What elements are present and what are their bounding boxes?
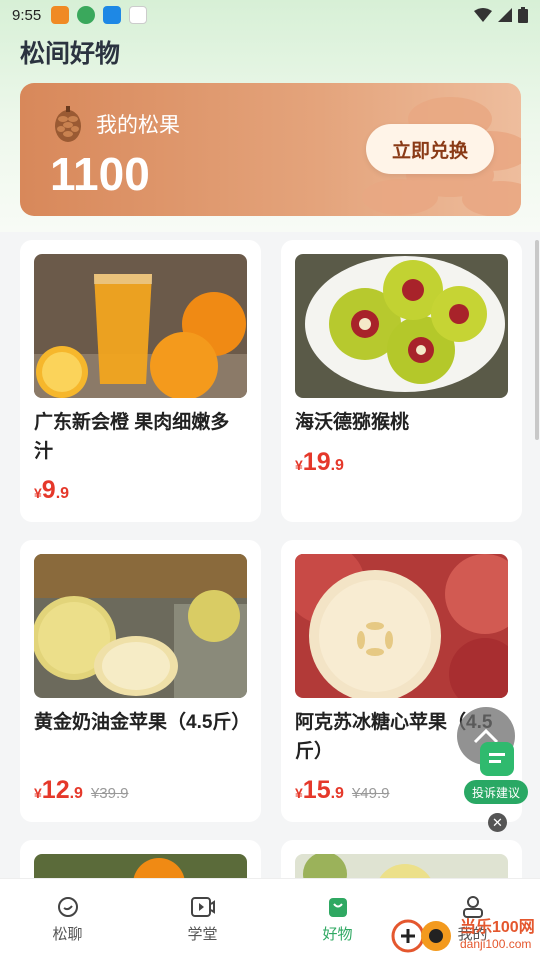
price-decimal: .9 <box>69 785 83 802</box>
product-name: 黄金奶油金苹果（4.5斤） <box>34 712 251 733</box>
pinecone-icon <box>55 106 81 142</box>
product-name: 广东新会橙 果肉细嫩多汁 <box>34 412 230 462</box>
original-price: ¥39.9 <box>90 785 129 802</box>
watermark: 当乐100网 danji100.com <box>390 916 535 956</box>
product-price: ¥19.9 <box>295 448 344 477</box>
price-currency: ¥ <box>295 457 303 473</box>
notification-app-icon-2 <box>129 6 148 24</box>
status-time: 9:55 <box>12 6 42 24</box>
tab-label: 学堂 <box>187 926 218 943</box>
scrollbar[interactable] <box>535 240 539 440</box>
tab-goods[interactable]: 好物 <box>270 879 405 960</box>
product-image-orange <box>34 254 247 398</box>
product-price: ¥9.9 <box>34 476 69 505</box>
product-card[interactable] <box>20 840 261 878</box>
product-image-kiwi <box>295 254 508 398</box>
notification-app-icon <box>51 6 70 24</box>
wifi-icon <box>474 8 492 22</box>
status-bar: 9:55 <box>0 0 540 30</box>
product-price: ¥15.9 ¥49.9 <box>295 776 390 805</box>
watermark-line1: 当乐100网 <box>460 919 535 936</box>
product-card[interactable]: 海沃德猕猴桃 ¥19.9 <box>281 240 522 522</box>
product-card[interactable]: 广东新会橙 果肉细嫩多汁 ¥9.9 <box>20 240 261 522</box>
price-currency: ¥ <box>295 785 303 801</box>
signal-icon <box>498 8 512 22</box>
complaint-icon <box>480 742 514 776</box>
price-currency: ¥ <box>34 785 42 801</box>
product-card[interactable] <box>281 840 522 878</box>
watermark-logo-icon <box>391 919 451 953</box>
price-decimal: .9 <box>55 485 70 502</box>
watermark-text: 当乐100网 danji100.com <box>460 919 535 953</box>
product-list[interactable]: 广东新会橙 果肉细嫩多汁 ¥9.9 海沃德猕猴桃 ¥19.9 黄金奶油金苹果（4… <box>0 232 540 878</box>
redeem-button[interactable]: 立即兑换 <box>366 124 494 174</box>
price-integer: 15 <box>302 776 331 804</box>
product-image-partial <box>34 854 247 878</box>
product-image-partial <box>295 854 508 878</box>
original-price: ¥49.9 <box>351 785 390 802</box>
product-name: 海沃德猕猴桃 <box>295 412 410 433</box>
product-price: ¥12.9 ¥39.9 <box>34 776 129 805</box>
price-integer: 12 <box>41 776 70 804</box>
tab-label: 好物 <box>322 926 353 943</box>
notification-leaf-icon <box>77 6 96 24</box>
watermark-line2: danji100.com <box>460 937 532 951</box>
price-integer: 19 <box>302 448 331 476</box>
product-image-golden-apple <box>34 554 247 698</box>
points-card: 我的松果 1100 立即兑换 <box>20 83 521 216</box>
points-label: 我的松果 <box>96 114 180 137</box>
shopping-bag-icon <box>328 898 347 917</box>
price-decimal: .9 <box>330 457 344 474</box>
tab-label: 松聊 <box>52 926 83 943</box>
price-currency: ¥ <box>34 485 42 501</box>
complaint-button[interactable]: 投诉建议 <box>464 740 528 806</box>
points-value: 1100 <box>50 148 150 200</box>
video-icon <box>190 897 215 917</box>
battery-icon <box>518 7 528 23</box>
price-decimal: .9 <box>330 785 344 802</box>
tab-chat[interactable]: 松聊 <box>0 879 135 960</box>
complaint-label: 投诉建议 <box>464 780 528 804</box>
close-complaint-button[interactable]: ✕ <box>488 813 507 832</box>
product-image-red-apple <box>295 554 508 698</box>
product-card[interactable]: 黄金奶油金苹果（4.5斤） ¥12.9 ¥39.9 <box>20 540 261 822</box>
page-title: 松间好物 <box>20 40 121 68</box>
price-integer: 9 <box>41 476 56 504</box>
chat-icon <box>57 897 78 917</box>
tab-school[interactable]: 学堂 <box>135 879 270 960</box>
download-icon <box>103 6 122 24</box>
